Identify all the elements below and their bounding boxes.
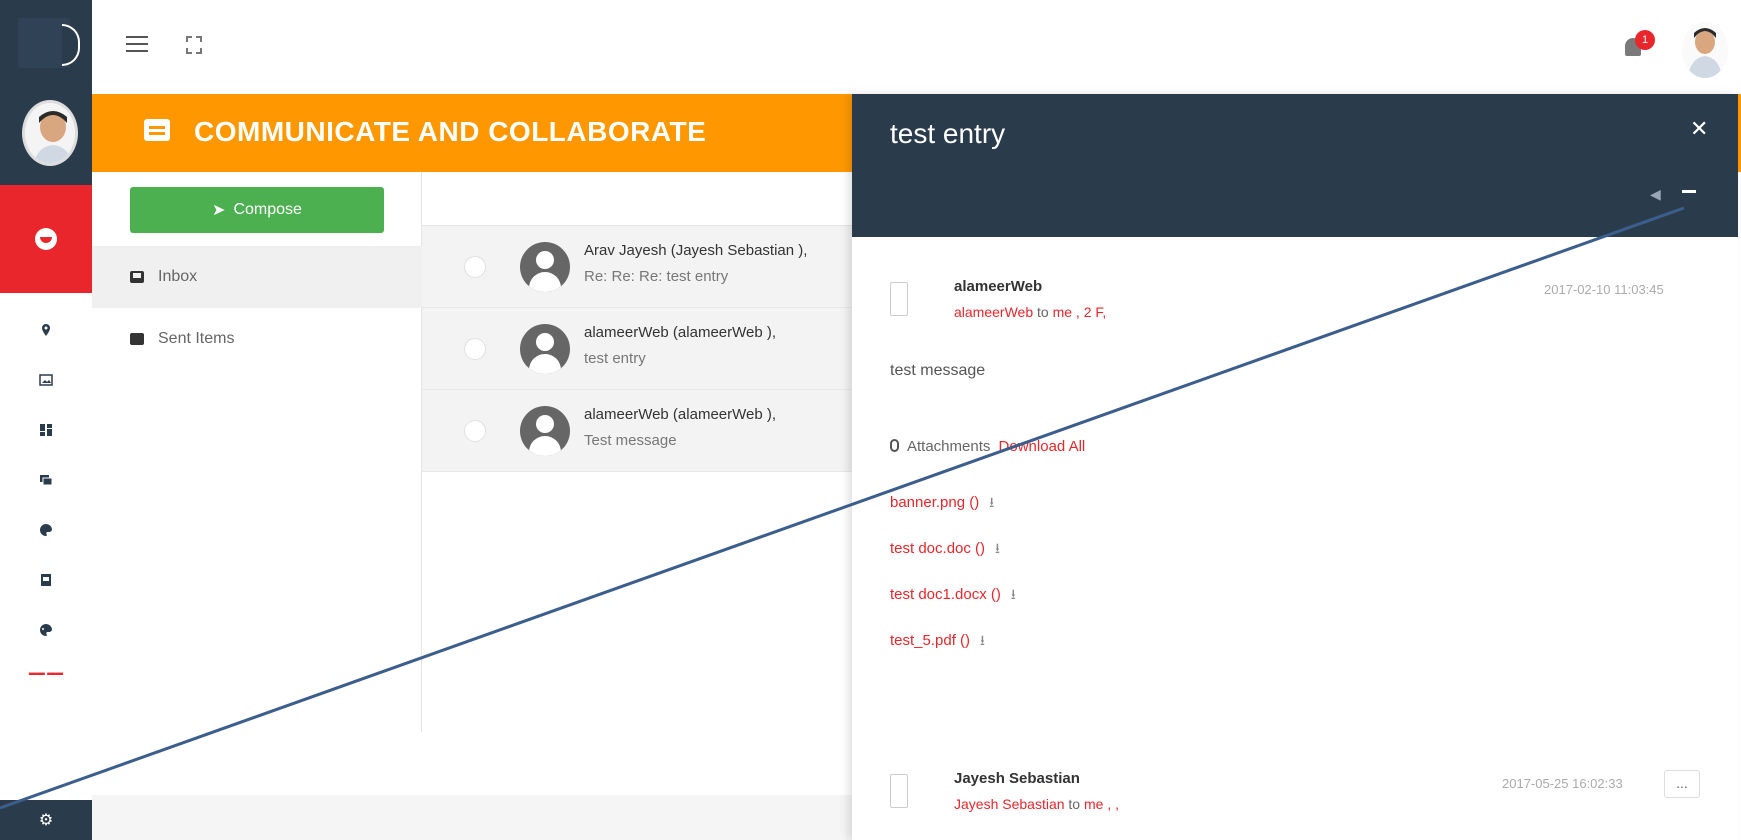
compose-button[interactable]: ➤ Compose [130,187,384,233]
document-icon [890,282,908,316]
download-icon[interactable]: ⭳ [980,630,985,654]
recipient-list: me , 2 F, [1052,304,1107,320]
list-toolbar [422,172,852,226]
message-body: test message [890,362,986,379]
thread-date: 2017-05-25 16:02:33 [1502,776,1623,791]
chat-bubbles-icon [144,119,170,141]
document-icon [890,774,908,808]
top-bar: 1 [92,0,1741,94]
gallery-icon[interactable] [0,555,92,605]
download-all-link[interactable]: Download All [999,438,1086,455]
palette-icon[interactable] [0,505,92,555]
detail-title: test entry [890,118,1006,149]
send-arrow-icon: ➤ [212,202,226,219]
gear-icon: ⚙ [38,812,54,829]
folder-pane: ➤ Compose Inbox Sent Items [92,172,422,732]
sender-avatar-icon [520,242,570,292]
download-icon[interactable]: ⭳ [1011,584,1016,608]
attachments-label: Attachments [907,438,991,455]
collapse-icon[interactable] [1682,190,1696,193]
paperclip-icon [890,439,899,452]
message-subject: Re: Re: Re: test entry [584,268,729,285]
sender-avatar-icon [520,406,570,456]
message-subject: Test message [584,432,677,449]
detail-header: test entry ✕ ◀ [852,94,1738,237]
to-word: to [1037,304,1049,320]
footer-strip [92,795,852,840]
download-icon[interactable]: ⭳ [989,492,994,516]
attachment-link[interactable]: test doc.doc () ⭳ [890,538,1000,562]
chat-icon[interactable] [0,455,92,505]
fullscreen-icon[interactable] [186,36,202,54]
select-checkbox[interactable] [464,338,486,360]
attachment-link[interactable]: test doc1.docx () ⭳ [890,584,1016,608]
thread-date: 2017-02-10 11:03:45 [1544,282,1664,297]
download-icon[interactable]: ⭳ [995,538,1000,562]
dashboard-icon[interactable] [0,405,92,455]
rail-active-module[interactable] [0,185,92,293]
user-avatar[interactable] [1682,22,1728,78]
settings-button[interactable]: ⚙ [0,800,92,840]
reply-icon[interactable]: ◀ [1650,186,1661,203]
attachment-name: test doc1.docx () [890,586,1001,603]
message-from: Arav Jayesh (Jayesh Sebastian ), [584,242,808,259]
message-detail-panel: test entry ✕ ◀ alameerWeb alameerWeb to … [852,94,1738,840]
recipient-list: me , , [1084,796,1120,812]
recipient-from: Jayesh Sebastian [954,796,1065,812]
attachment-link[interactable]: test_5.pdf () ⭳ [890,630,985,654]
sender-avatar-icon [520,324,570,374]
message-from: alameerWeb (alameerWeb ), [584,324,777,341]
message-subject: test entry [584,350,646,367]
attachment-name: test doc.doc () [890,540,986,557]
message-row[interactable]: alameerWeb (alameerWeb ), test entry [422,308,852,390]
thread-sender: alameerWeb [954,278,1043,295]
select-checkbox[interactable] [464,256,486,278]
folder-sent-items[interactable]: Sent Items [92,308,422,370]
location-pin-icon[interactable] [0,305,92,355]
avatar-photo-icon [1682,22,1728,78]
smiley-icon [35,228,57,250]
folder-inbox[interactable]: Inbox [92,246,422,308]
thread-recipients: Jayesh Sebastian to me , , [954,796,1119,812]
message-row[interactable]: alameerWeb (alameerWeb ), Test message [422,390,852,472]
app-root: ▬▬ ▬▬ ⚙ 1 COMMUNICATE AND COLLABORATE ➤ [0,0,1741,840]
notifications-button[interactable]: 1 [1622,30,1655,60]
rail-nav [0,305,92,655]
folder-label: Inbox [158,268,198,285]
attachments-header: Attachments Download All [890,438,1085,455]
more-options-button[interactable]: ... [1664,770,1700,798]
image-icon[interactable] [0,355,92,405]
inbox-icon [130,271,144,283]
page-title: COMMUNICATE AND COLLABORATE [194,116,707,147]
paint-icon[interactable] [0,605,92,655]
message-row[interactable]: Arav Jayesh (Jayesh Sebastian ), Re: Re:… [422,226,852,308]
rail-footer-link[interactable]: ▬▬ ▬▬ [0,668,92,677]
left-rail: ▬▬ ▬▬ ⚙ [0,0,92,840]
rail-header [0,0,92,185]
notification-badge: 1 [1635,30,1655,50]
envelope-icon [130,333,144,345]
attachment-link[interactable]: banner.png () ⭳ [890,492,994,516]
compose-label: Compose [233,201,302,218]
recipient-from: alameerWeb [954,304,1034,320]
folder-label: Sent Items [158,330,235,347]
attachment-name: banner.png () [890,494,980,511]
avatar-photo-icon [25,103,75,163]
hamburger-menu-icon[interactable] [126,36,148,54]
attachment-name: test_5.pdf () [890,632,971,649]
thread-sender: Jayesh Sebastian [954,770,1080,787]
select-checkbox[interactable] [464,420,486,442]
message-from: alameerWeb (alameerWeb ), [584,406,777,423]
message-list: Arav Jayesh (Jayesh Sebastian ), Re: Re:… [422,172,852,732]
thread-recipients: alameerWeb to me , 2 F, [954,304,1106,320]
close-icon[interactable]: ✕ [1690,116,1708,142]
rail-user-avatar[interactable] [22,100,78,166]
to-word: to [1068,796,1081,812]
app-logo[interactable] [18,18,80,68]
